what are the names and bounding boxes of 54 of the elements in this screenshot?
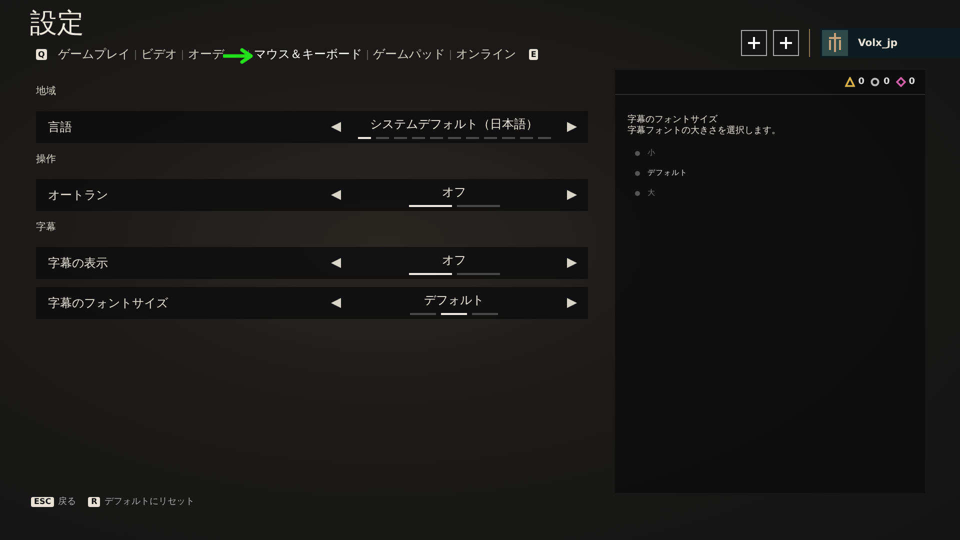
setting-value: デフォルト	[424, 292, 484, 308]
setting-row[interactable]: オートラン オフ	[36, 179, 588, 211]
bullet-icon	[635, 190, 640, 196]
add-button[interactable]	[741, 30, 767, 56]
tab[interactable]: ゲームパッド	[368, 46, 450, 63]
left-arrow-icon[interactable]	[330, 189, 342, 201]
right-arrow-icon[interactable]	[566, 189, 578, 201]
tab[interactable]: オンライン	[450, 46, 521, 63]
tab[interactable]: オーデ	[182, 46, 248, 63]
help-description: 字幕フォントの大きさを選択します。	[627, 126, 782, 137]
right-arrow-icon[interactable]	[566, 257, 578, 269]
section-heading: 地域	[36, 84, 57, 99]
right-arrow-icon[interactable]	[566, 121, 578, 133]
tab[interactable]: ゲームプレイ	[52, 46, 135, 63]
bullet-icon	[635, 170, 640, 176]
plus-icon	[779, 36, 793, 50]
left-arrow-icon[interactable]	[330, 257, 342, 269]
bullet-icon	[635, 150, 640, 156]
setting-label: オートラン	[47, 186, 109, 204]
key-hint: E	[528, 49, 538, 60]
arrow-icon	[223, 48, 255, 64]
setting-row[interactable]: 字幕の表示 オフ	[36, 247, 588, 279]
diamond-icon	[896, 77, 906, 87]
setting-value: オフ	[442, 252, 466, 268]
currency-amount: 0	[908, 77, 915, 87]
footer-action[interactable]: デフォルトにリセット	[104, 495, 194, 508]
footer-action[interactable]: 戻る	[58, 495, 76, 508]
key-hint: Q	[36, 49, 47, 60]
triangle-icon	[845, 77, 856, 87]
section-heading: 字幕	[36, 220, 57, 235]
profile-card[interactable]: Volx_jp	[820, 28, 960, 58]
setting-row[interactable]: 字幕のフォントサイズ デフォルト	[36, 287, 588, 319]
page-title: 設定	[30, 8, 84, 40]
username: Volx_jp	[858, 38, 898, 48]
tab[interactable]: ビデオ	[136, 46, 182, 63]
left-arrow-icon[interactable]	[330, 121, 342, 133]
add-button[interactable]	[773, 30, 799, 56]
plus-icon	[747, 36, 761, 50]
help-title: 字幕のフォントサイズ	[627, 115, 718, 126]
currency-amount: 0	[883, 77, 890, 87]
section-heading: 操作	[36, 153, 57, 167]
key-hint: ESC	[31, 496, 54, 506]
setting-label: 言語	[47, 118, 73, 136]
left-arrow-icon[interactable]	[330, 297, 342, 309]
setting-value: オフ	[442, 184, 466, 200]
setting-row[interactable]: 言語 システムデフォルト（日本語）	[36, 111, 588, 143]
key-hint: R	[88, 496, 100, 506]
setting-value: システムデフォルト（日本語）	[370, 116, 538, 132]
setting-label: 字幕の表示	[47, 254, 109, 272]
ring-icon	[870, 77, 880, 87]
setting-label: 字幕のフォントサイズ	[47, 294, 169, 312]
right-arrow-icon[interactable]	[566, 297, 578, 309]
currency-amount: 0	[858, 77, 864, 87]
tab[interactable]: マウス＆キーボード	[248, 46, 367, 63]
